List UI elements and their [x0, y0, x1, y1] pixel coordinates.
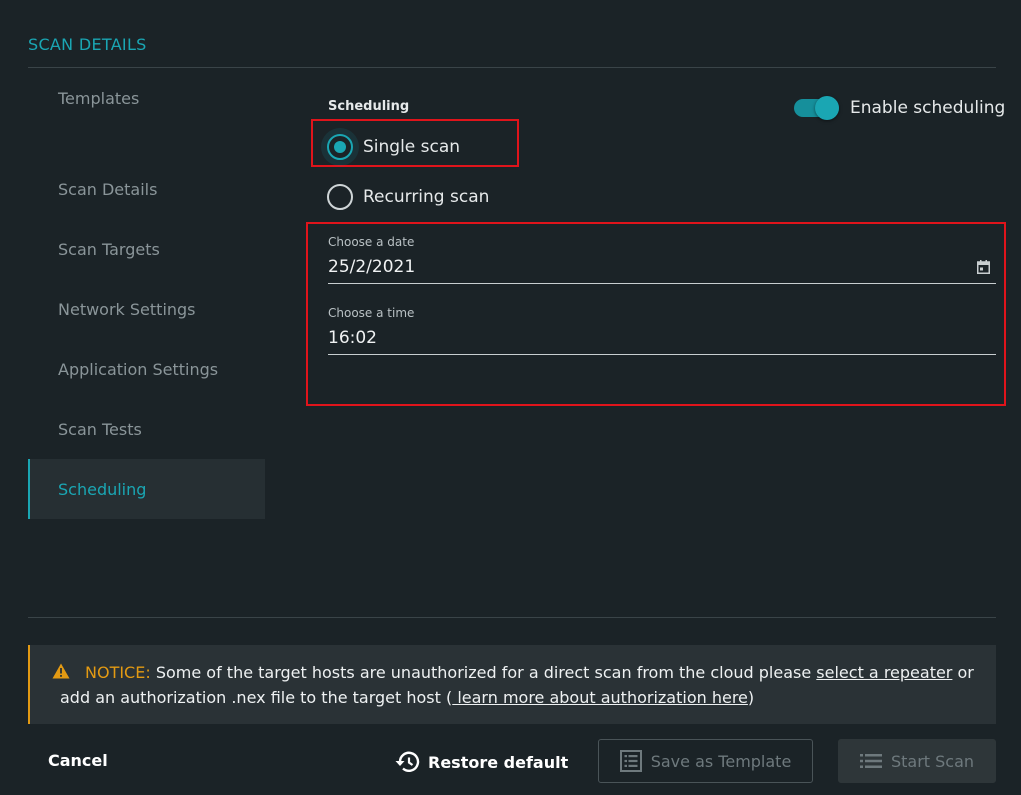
- sidebar-item-network-settings[interactable]: Network Settings: [28, 279, 265, 339]
- restore-default-button[interactable]: Restore default: [394, 749, 568, 775]
- sidebar-item-label: Application Settings: [58, 359, 219, 379]
- single-scan-label: Single scan: [363, 137, 461, 157]
- enable-scheduling-toggle[interactable]: [794, 96, 839, 120]
- recurring-scan-radio[interactable]: [327, 184, 353, 210]
- sidebar-item-label: Scan Tests: [58, 419, 142, 439]
- notice-text-4: ): [747, 688, 755, 707]
- scheduling-section-label: Scheduling: [328, 99, 410, 114]
- notice-text: NOTICE: Some of the target hosts are una…: [60, 660, 976, 710]
- notice-text-3: add an authorization .nex file to the ta…: [60, 688, 453, 707]
- sidebar-item-label: Scan Details: [58, 179, 158, 199]
- enable-scheduling-label: Enable scheduling: [850, 98, 1006, 118]
- sidebar-item-scheduling[interactable]: Scheduling: [28, 459, 265, 519]
- select-repeater-link[interactable]: select a repeater: [816, 663, 952, 682]
- list-icon: [859, 754, 882, 768]
- sidebar-item-scan-details[interactable]: Scan Details: [28, 159, 265, 219]
- scan-details-page: SCAN DETAILS Templates Scan Details Scan…: [0, 0, 1021, 795]
- notice-text-2: or: [952, 663, 974, 682]
- bottom-divider: [28, 617, 996, 618]
- recurring-scan-option[interactable]: Recurring scan: [327, 184, 489, 210]
- sidebar-item-label: Templates: [58, 88, 140, 108]
- date-input[interactable]: 25/2/2021: [328, 257, 996, 284]
- cancel-button[interactable]: Cancel: [48, 751, 108, 770]
- time-value: 16:02: [328, 328, 377, 348]
- date-field[interactable]: Choose a date 25/2/2021: [328, 235, 996, 284]
- date-value: 25/2/2021: [328, 257, 416, 277]
- sidebar-item-application-settings[interactable]: Application Settings: [28, 339, 265, 399]
- toggle-knob: [815, 96, 839, 120]
- time-field[interactable]: Choose a time 16:02: [328, 306, 996, 355]
- calendar-icon[interactable]: [977, 260, 990, 274]
- notice-text-1: Some of the target hosts are unauthorize…: [150, 663, 817, 682]
- notice-line-2: add an authorization .nex file to the ta…: [60, 688, 754, 707]
- warning-icon: [52, 663, 70, 679]
- date-field-label: Choose a date: [328, 235, 415, 249]
- recurring-scan-label: Recurring scan: [363, 187, 490, 207]
- enable-scheduling-control: Enable scheduling: [794, 96, 1005, 120]
- template-list-icon: [619, 750, 642, 772]
- learn-more-authorization-link[interactable]: learn more about authorization here: [452, 688, 748, 707]
- sidebar-item-scan-targets[interactable]: Scan Targets: [28, 219, 265, 279]
- authorization-notice: NOTICE: Some of the target hosts are una…: [28, 645, 996, 724]
- single-scan-radio[interactable]: [327, 134, 353, 160]
- sidebar-item-scan-tests[interactable]: Scan Tests: [28, 399, 265, 459]
- sidebar-item-label: Scan Targets: [58, 239, 160, 259]
- sidebar-item-label: Scheduling: [58, 479, 147, 499]
- page-title: SCAN DETAILS: [28, 35, 147, 54]
- time-input[interactable]: 16:02: [328, 328, 996, 355]
- save-as-template-label: Save as Template: [650, 751, 792, 771]
- history-icon: [395, 751, 420, 772]
- start-scan-label: Start Scan: [890, 751, 975, 771]
- restore-default-label: Restore default: [428, 752, 569, 772]
- single-scan-option[interactable]: Single scan: [327, 134, 460, 160]
- start-scan-button[interactable]: Start Scan: [838, 739, 996, 783]
- save-as-template-button[interactable]: Save as Template: [598, 739, 813, 783]
- notice-label: NOTICE:: [85, 663, 151, 682]
- time-field-label: Choose a time: [328, 306, 415, 320]
- sidebar-item-templates[interactable]: Templates: [28, 68, 265, 128]
- sidebar-item-label: Network Settings: [58, 299, 196, 319]
